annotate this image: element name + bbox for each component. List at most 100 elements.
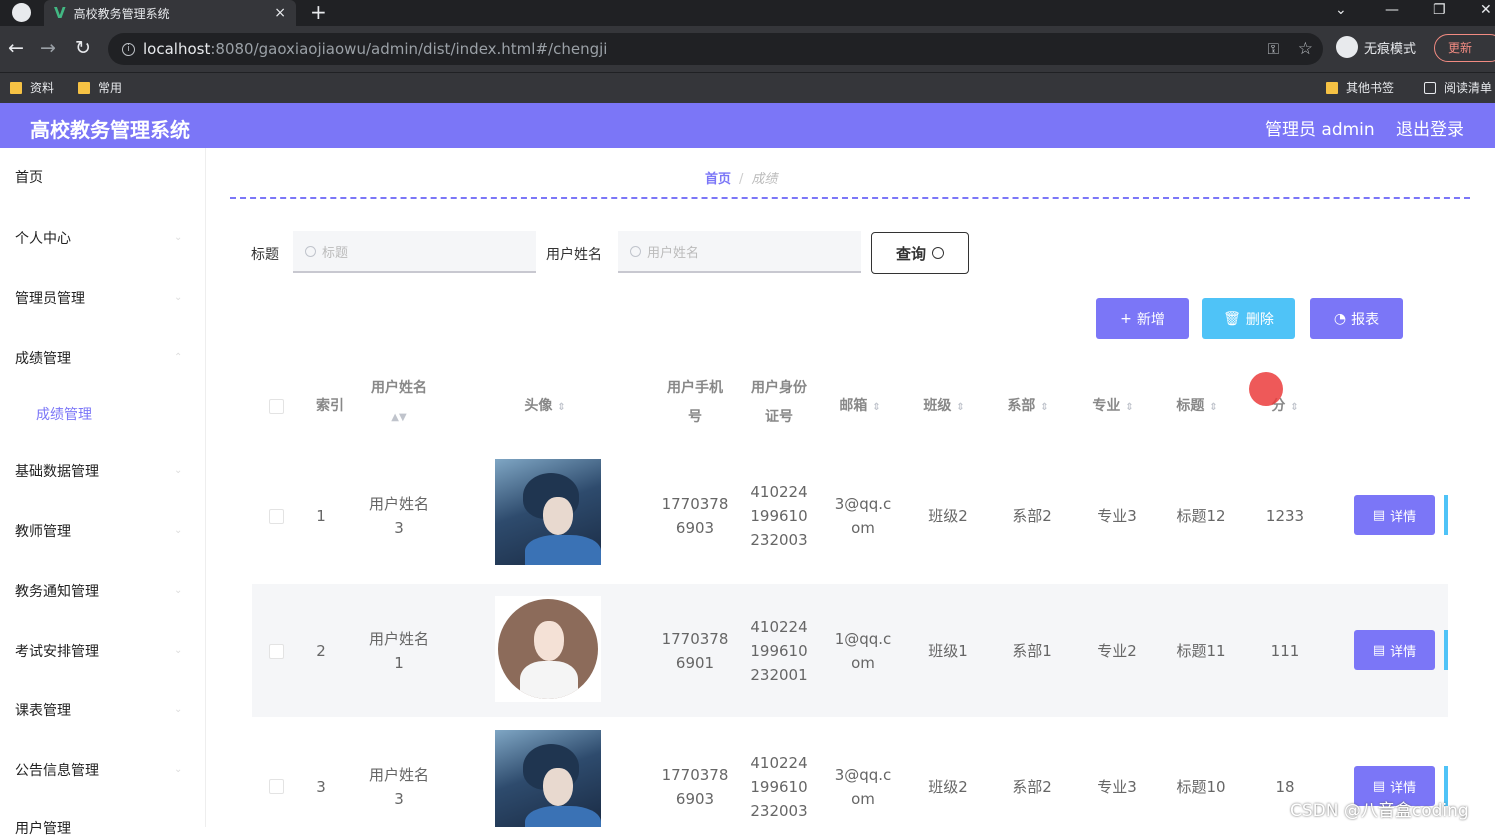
row-checkbox[interactable] [269,644,284,659]
tab-search-icon[interactable]: ⌄ [1335,2,1347,18]
sidebar-item-timetable[interactable]: 课表管理 [15,700,71,720]
column-header-major[interactable]: 专业 ⇕ [1083,392,1143,422]
reading-list-label: 阅读清单 [1444,81,1493,95]
document-icon: ▤ [1372,778,1386,794]
cell-username: 用户姓名1 [368,630,429,672]
sort-icon[interactable]: ⇕ [557,402,565,413]
sidebar-item-profile[interactable]: 个人中心 [15,228,71,248]
delete-button[interactable]: 🗑 删除 [1202,298,1295,339]
query-button[interactable]: 查询 [871,232,969,274]
cell-phone: 17703786901 [661,630,729,672]
row-checkbox[interactable] [269,779,284,794]
sidebar-item-user[interactable]: 用户管理 [15,818,71,838]
sidebar-subitem-score[interactable]: 成绩管理 [36,404,92,424]
column-header-avatar[interactable]: 头像 ⇕ [505,392,585,422]
cell-title: 标题10 [1176,778,1226,796]
click-indicator [1249,372,1283,406]
breadcrumb-separator-icon: / [739,172,744,187]
reload-icon[interactable]: ↻ [75,37,91,59]
browser-tab[interactable]: V 高校教务管理系统 × [44,0,296,26]
folder-icon [1326,81,1338,94]
cell-major: 专业3 [1097,778,1137,796]
bookmark-star-icon[interactable]: ☆ [1298,39,1313,59]
breadcrumb-current: 成绩 [751,172,778,187]
back-icon[interactable]: ← [8,37,24,59]
avatar [495,596,601,702]
new-tab-button[interactable]: + [310,0,327,24]
document-icon: ▤ [1372,642,1386,658]
sidebar-item-announcement[interactable]: 公告信息管理 [15,760,99,780]
edit-button[interactable] [1444,630,1448,670]
sidebar-item-notice[interactable]: 教务通知管理 [15,581,99,601]
sidebar-item-exam[interactable]: 考试安排管理 [15,641,99,661]
sort-icon[interactable]: ⇕ [1125,402,1133,413]
column-header-username[interactable]: 用户姓名 ▲▼ [366,374,432,432]
row-checkbox[interactable] [269,509,284,524]
restore-icon[interactable]: ❐ [1433,2,1446,18]
add-label: 新增 [1136,311,1165,328]
minimize-icon[interactable]: — [1385,2,1399,18]
reading-list[interactable]: 阅读清单 [1424,79,1492,96]
sort-icon[interactable]: ⇕ [1209,402,1217,413]
column-header-class[interactable]: 班级 ⇕ [914,392,974,422]
sort-icon[interactable]: ⇕ [872,402,880,413]
logout-button[interactable]: 退出登录 [1396,115,1464,140]
incognito-indicator[interactable]: 无痕模式 [1336,36,1416,58]
sidebar-item-home[interactable]: 首页 [15,167,43,187]
reading-list-icon [1424,81,1436,94]
cell-dept: 系部2 [1012,507,1052,525]
chevron-down-icon: ⌄ [174,585,183,596]
header-label: 头像 [524,398,553,414]
close-window-icon[interactable]: ✕ [1480,2,1492,18]
detail-button[interactable]: ▤ 详情 [1354,630,1435,670]
cell-email: 3@qq.com [834,495,892,537]
sort-icon[interactable]: ⇕ [1290,402,1298,413]
chevron-down-icon: ⌄ [174,704,183,715]
column-header-email[interactable]: 邮箱 ⇕ [830,392,890,422]
update-button[interactable]: 更新 [1434,34,1495,62]
sidebar-item-teacher[interactable]: 教师管理 [15,521,71,541]
column-header-title[interactable]: 标题 ⇕ [1167,392,1227,422]
detail-button[interactable]: ▤ 详情 [1354,495,1435,535]
password-key-icon[interactable]: ⚿ [1268,40,1279,58]
sort-icon[interactable]: ⇕ [1040,402,1048,413]
select-all-checkbox[interactable] [269,399,284,414]
trash-icon: 🗑 [1223,310,1241,327]
header-label: 专业 [1092,398,1121,414]
url-input[interactable]: i localhost:8080/gaoxiaojiaowu/admin/dis… [108,33,1323,65]
incognito-label: 无痕模式 [1364,41,1417,57]
cell-major: 专业3 [1097,507,1137,525]
username-filter-label: 用户姓名 [546,247,602,263]
other-bookmarks-label: 其他书签 [1346,81,1395,95]
column-header-phone[interactable]: 用户手机号 [662,374,728,432]
cell-idcard: 410224199610232003 [750,483,808,549]
username-search-input[interactable]: 用户姓名 [618,231,861,273]
bookmark-folder-ziliao[interactable]: 资料 [10,79,54,96]
edit-button[interactable] [1444,495,1448,535]
column-header-idcard[interactable]: 用户身份证号 [746,374,812,432]
sort-icon[interactable]: ▲▼ [366,403,432,432]
browser-tab-bar: V 高校教务管理系统 × + ⌄ — ❐ ✕ [0,0,1495,26]
chart-pie-icon: ◔ [1333,310,1347,327]
sidebar-item-score[interactable]: 成绩管理 [15,348,71,368]
add-button[interactable]: + 新增 [1096,298,1189,339]
user-label: 管理员 admin [1265,120,1375,140]
forward-icon[interactable]: → [40,37,56,59]
vue-favicon-icon: V [54,4,66,22]
sort-icon[interactable]: ⇕ [956,402,964,413]
bookmark-folder-changyong[interactable]: 常用 [78,79,122,96]
tab-close-icon[interactable]: × [274,5,286,21]
site-info-icon[interactable]: i [122,42,135,56]
other-bookmarks[interactable]: 其他书签 [1326,79,1394,96]
title-search-input[interactable]: 标题 [293,231,536,273]
cell-index: 2 [316,642,326,660]
document-icon: ▤ [1372,507,1386,523]
column-header-dept[interactable]: 系部 ⇕ [998,392,1058,422]
cell-idcard: 410224199610232003 [750,754,808,820]
breadcrumb-home[interactable]: 首页 [705,172,731,187]
report-button[interactable]: ◔ 报表 [1310,298,1403,339]
cell-username: 用户姓名3 [368,495,429,537]
avatar [495,730,601,827]
sidebar-item-basic-data[interactable]: 基础数据管理 [15,461,99,481]
sidebar-item-admin[interactable]: 管理员管理 [15,288,85,308]
